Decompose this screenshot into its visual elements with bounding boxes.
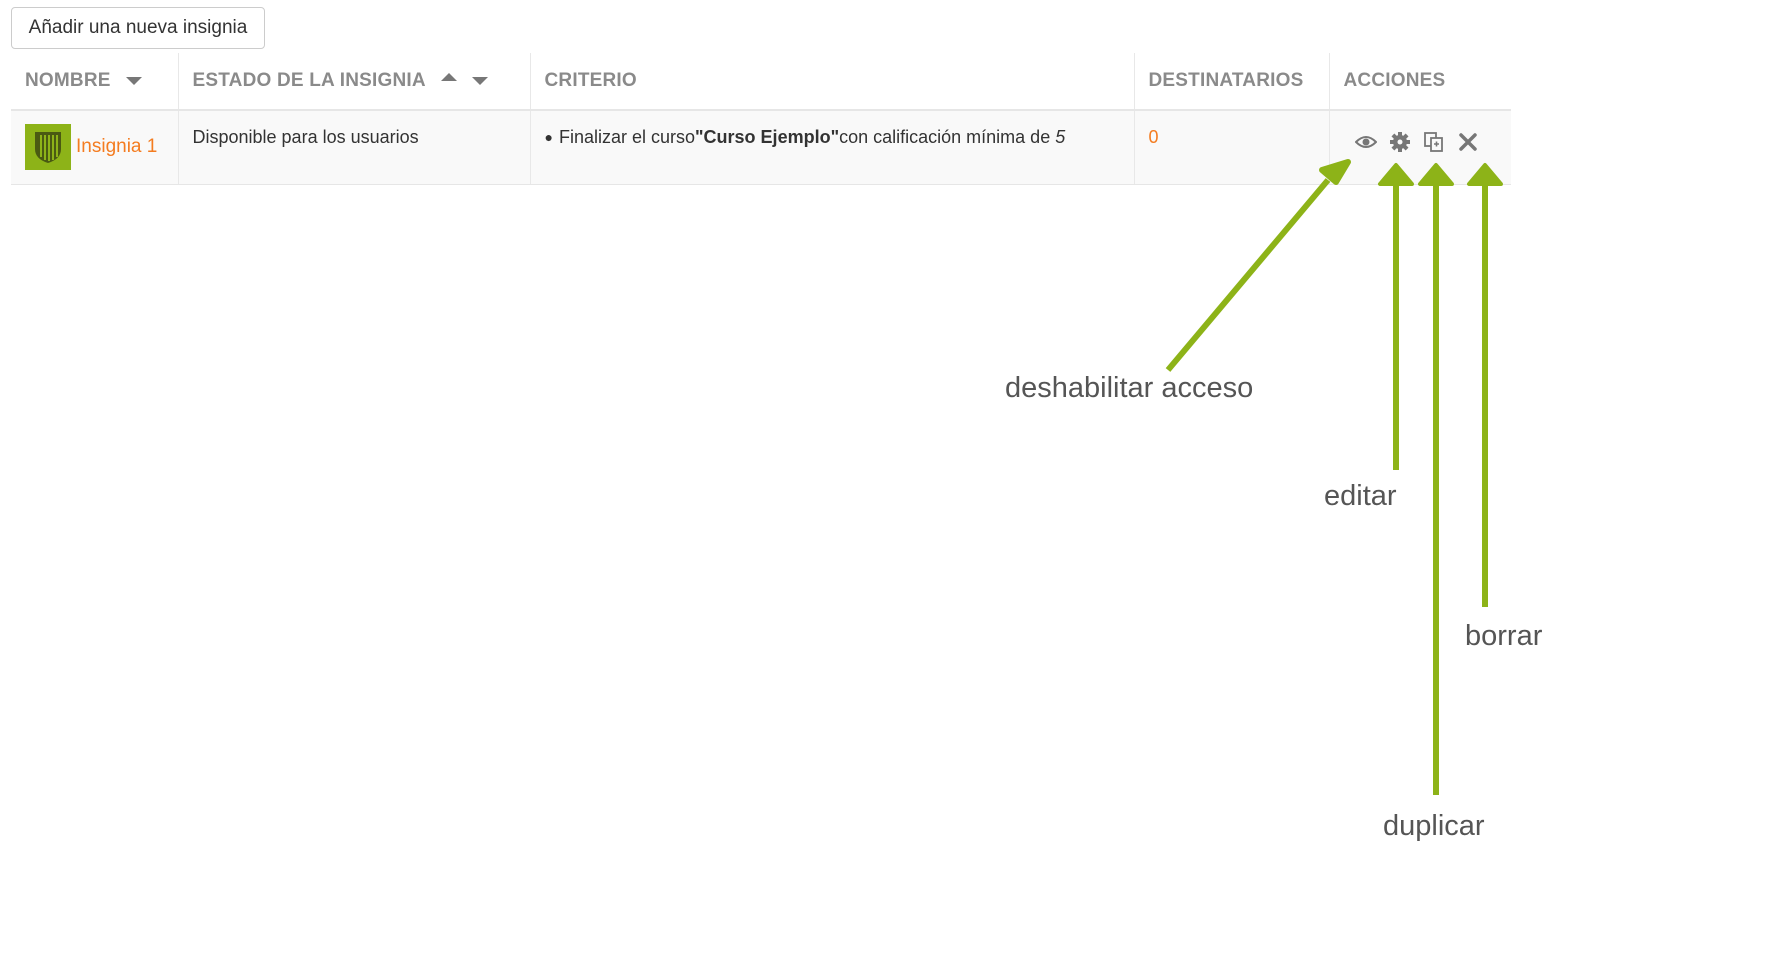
annotation-delete: borrar	[1465, 620, 1543, 652]
annotation-arrows	[1165, 159, 1503, 795]
annotation-edit: editar	[1324, 480, 1397, 512]
annotation-duplicate: duplicar	[1383, 810, 1485, 842]
annotation-disable-access: deshabilitar acceso	[1005, 372, 1254, 404]
